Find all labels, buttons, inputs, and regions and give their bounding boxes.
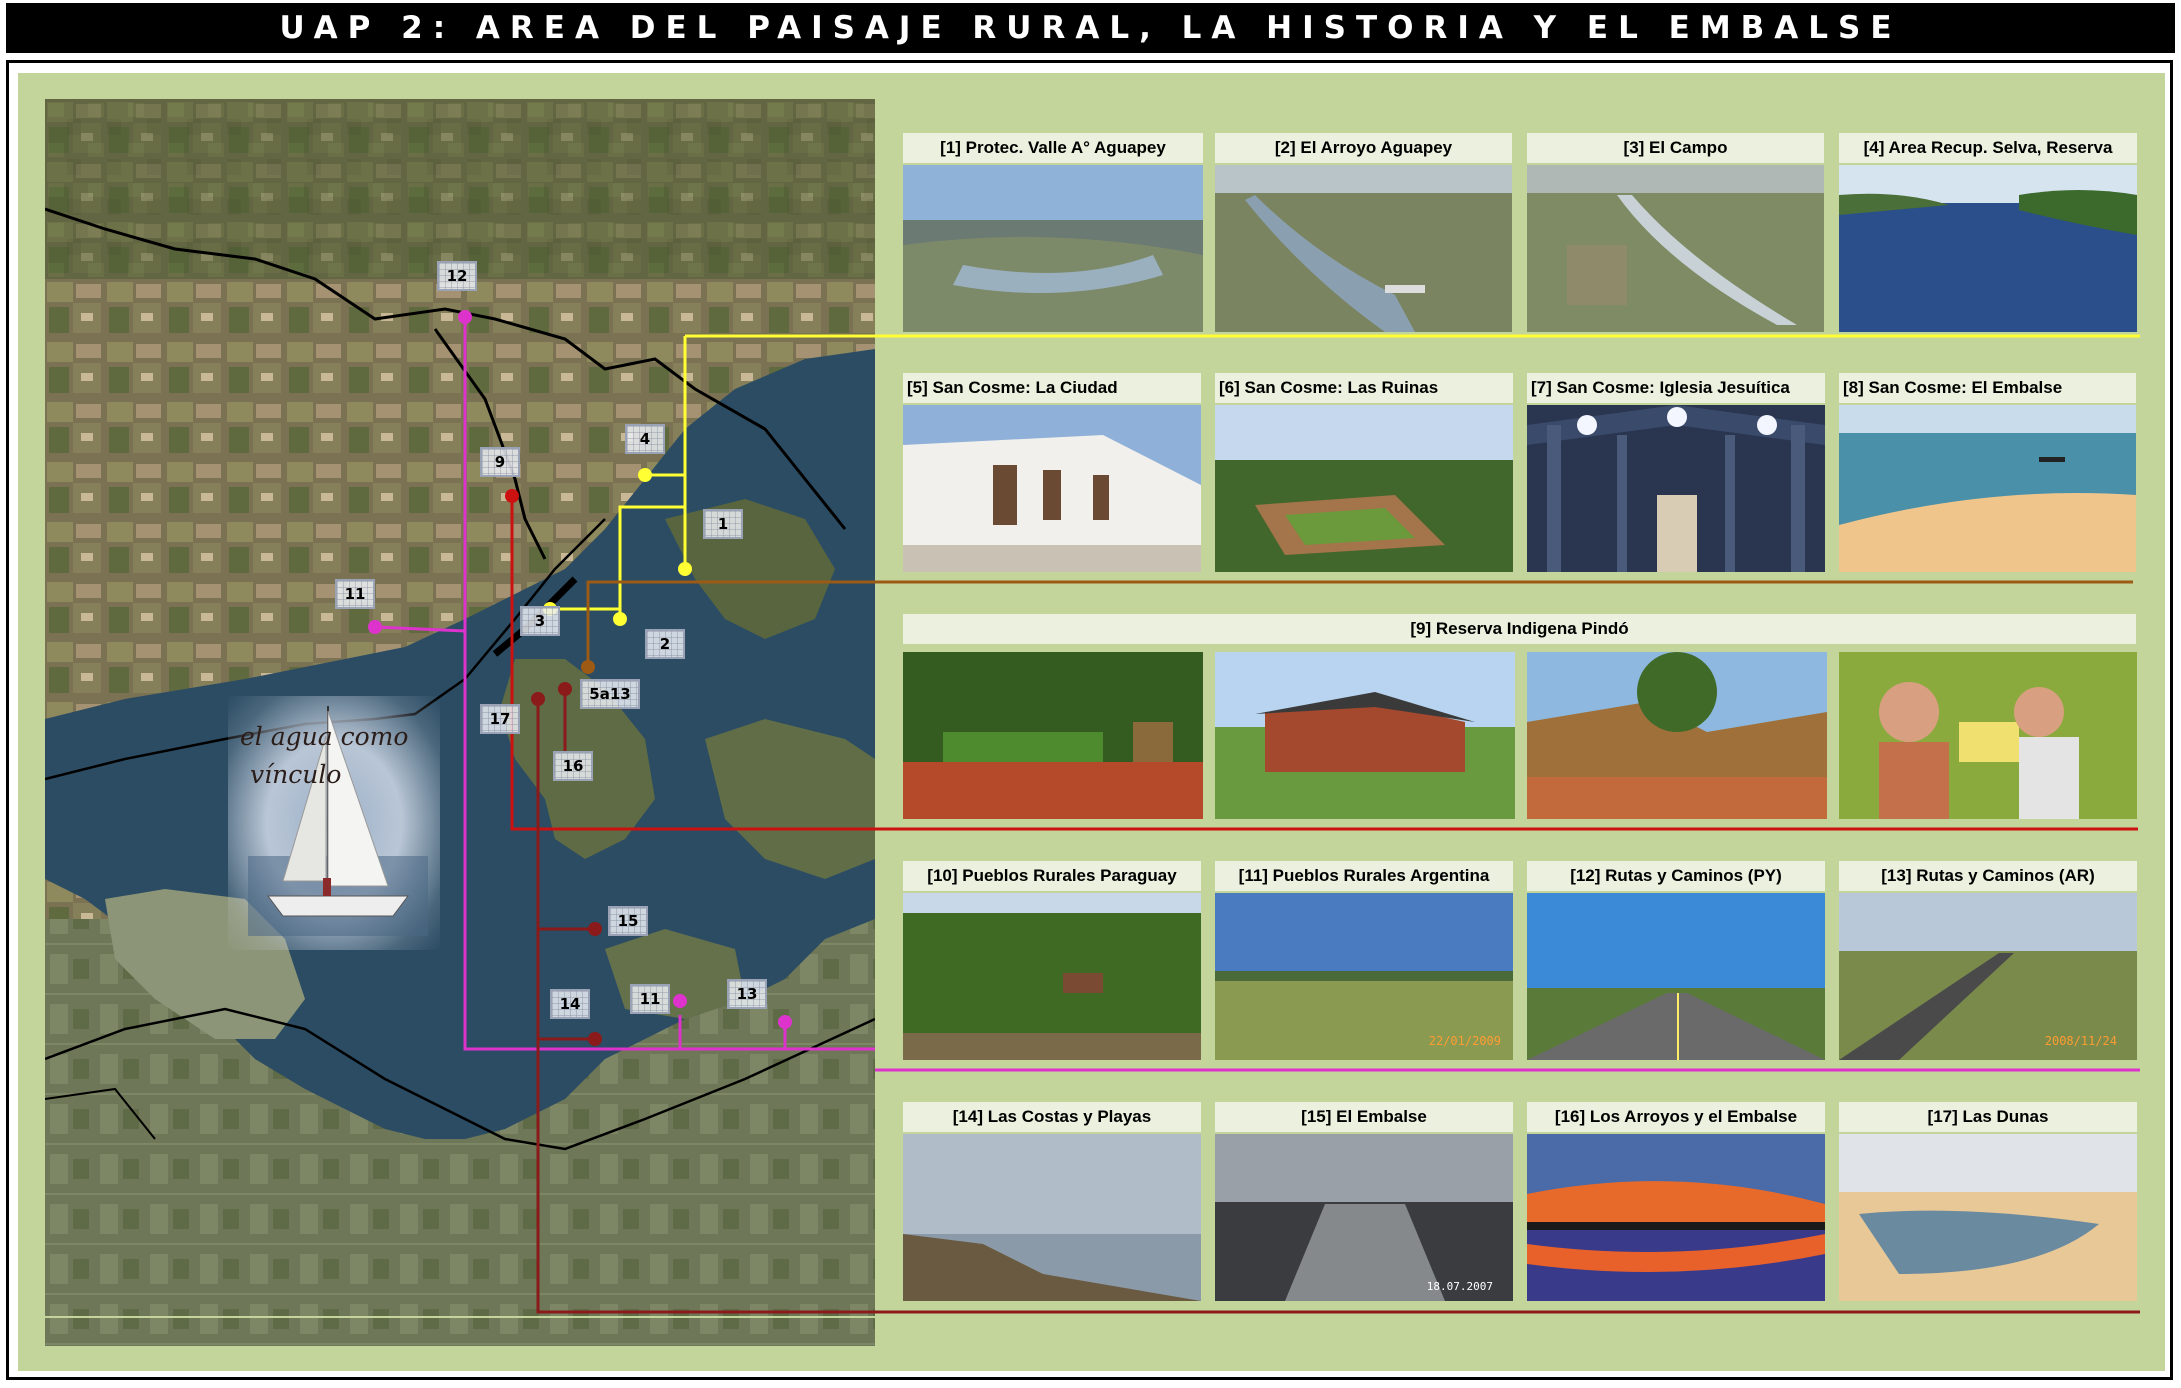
photo-p14[interactable]	[903, 1134, 1201, 1301]
map-marker-3[interactable]: 3	[520, 606, 560, 636]
label-p8: [8] San Cosme: El Embalse	[1839, 373, 2136, 403]
image-icon	[903, 652, 1203, 819]
label-p11: [11] Pueblos Rurales Argentina	[1215, 861, 1513, 891]
photo-p9d[interactable]	[1839, 652, 2137, 819]
image-icon	[903, 1134, 1201, 1301]
photo-p5[interactable]	[903, 405, 1201, 572]
image-icon	[1527, 1134, 1825, 1301]
map-marker-13[interactable]: 13	[727, 979, 767, 1009]
label-p12: [12] Rutas y Caminos (PY)	[1527, 861, 1825, 891]
map-marker-16[interactable]: 16	[553, 751, 593, 781]
label-p6: [6] San Cosme: Las Ruinas	[1215, 373, 1513, 403]
label-p3: [3] El Campo	[1527, 133, 1824, 163]
label-p17: [17] Las Dunas	[1839, 1102, 2137, 1132]
photo-date-stamp: 22/01/2009	[1428, 1034, 1501, 1048]
map-marker-2[interactable]: 2	[645, 629, 685, 659]
inset-caption-line2: vínculo	[250, 760, 342, 789]
image-icon	[1215, 652, 1515, 819]
map-marker-17[interactable]: 17	[480, 704, 520, 734]
photo-p7[interactable]	[1527, 405, 1825, 572]
label-p15: [15] El Embalse	[1215, 1102, 1513, 1132]
photo-p12[interactable]	[1527, 893, 1825, 1060]
image-icon	[1215, 165, 1512, 332]
photo-p2[interactable]	[1215, 165, 1512, 332]
satellite-map[interactable]: 12 9 4 1 11 3 2 5a13 17 16 15 14 11 13	[45, 99, 875, 1346]
label-p1: [1] Protec. Valle A° Aguapey	[903, 133, 1203, 163]
photo-p9b[interactable]	[1215, 652, 1515, 819]
image-icon	[1527, 893, 1825, 1060]
label-p14: [14] Las Costas y Playas	[903, 1102, 1201, 1132]
map-marker-14[interactable]: 14	[550, 989, 590, 1019]
photo-date-stamp: 18.07.2007	[1426, 1280, 1493, 1293]
image-icon	[1215, 405, 1513, 572]
image-icon	[1215, 1134, 1513, 1301]
photo-p10[interactable]	[903, 893, 1201, 1060]
label-p9: [9] Reserva Indigena Pindó	[903, 614, 2136, 644]
image-icon	[1839, 405, 2136, 572]
map-marker-5a13[interactable]: 5a13	[580, 679, 640, 709]
map-marker-12[interactable]: 12	[437, 261, 477, 291]
photo-p9a[interactable]	[903, 652, 1203, 819]
photo-p13[interactable]: 2008/11/24	[1839, 893, 2137, 1060]
image-icon	[1527, 652, 1827, 819]
map-marker-15[interactable]: 15	[608, 906, 648, 936]
map-marker-11-south[interactable]: 11	[630, 984, 670, 1014]
image-icon	[1839, 1134, 2137, 1301]
photo-p8[interactable]	[1839, 405, 2136, 572]
label-p16: [16] Los Arroyos y el Embalse	[1527, 1102, 1825, 1132]
image-icon	[1527, 165, 1824, 332]
map-marker-1[interactable]: 1	[703, 509, 743, 539]
label-p7: [7] San Cosme: Iglesia Jesuítica	[1527, 373, 1825, 403]
photo-p6[interactable]	[1215, 405, 1513, 572]
image-icon	[903, 893, 1201, 1060]
image-icon	[1839, 652, 2137, 819]
photo-p9c[interactable]	[1527, 652, 1827, 819]
label-p2: [2] El Arroyo Aguapey	[1215, 133, 1512, 163]
label-p10: [10] Pueblos Rurales Paraguay	[903, 861, 1201, 891]
inset-caption: el agua como vínculo	[240, 718, 440, 794]
photo-p3[interactable]	[1527, 165, 1824, 332]
photo-p17[interactable]	[1839, 1134, 2137, 1301]
photo-p15[interactable]: 18.07.2007	[1215, 1134, 1513, 1301]
photo-p16[interactable]	[1527, 1134, 1825, 1301]
page-title: UAP 2: AREA DEL PAISAJE RURAL, LA HISTOR…	[6, 3, 2175, 53]
photo-p11[interactable]: 22/01/2009	[1215, 893, 1513, 1060]
label-p4: [4] Area Recup. Selva, Reserva	[1839, 133, 2137, 163]
image-icon	[1839, 165, 2137, 332]
image-icon	[903, 405, 1201, 572]
image-icon	[903, 165, 1203, 332]
photo-date-stamp: 2008/11/24	[2044, 1034, 2117, 1048]
map-marker-11-north[interactable]: 11	[335, 579, 375, 609]
image-icon	[1527, 405, 1825, 572]
label-p13: [13] Rutas y Caminos (AR)	[1839, 861, 2137, 891]
photo-p4[interactable]	[1839, 165, 2137, 332]
label-p5: [5] San Cosme: La Ciudad	[903, 373, 1201, 403]
sailboat-inset: el agua como vínculo	[228, 696, 440, 950]
map-marker-4[interactable]: 4	[625, 424, 665, 454]
inset-caption-line1: el agua como	[240, 722, 409, 751]
map-marker-9[interactable]: 9	[480, 447, 520, 477]
photo-p1[interactable]	[903, 165, 1203, 332]
